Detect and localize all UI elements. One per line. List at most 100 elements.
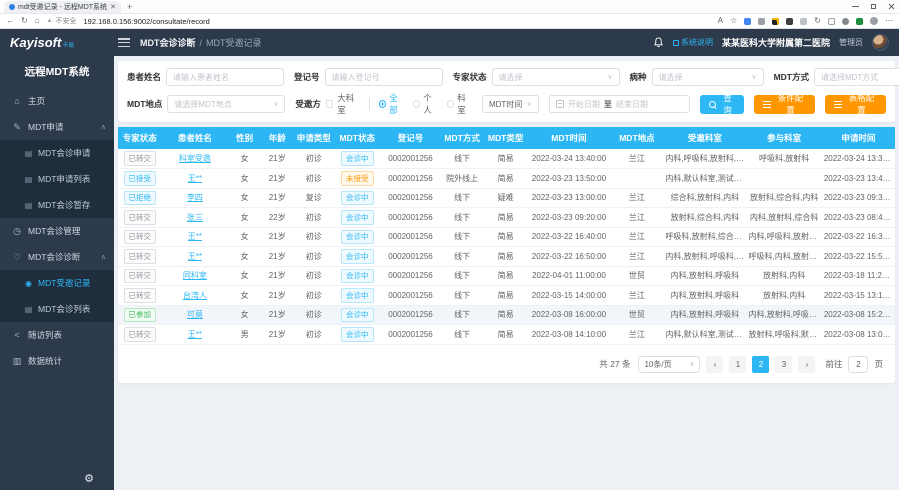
- back-icon[interactable]: ←: [6, 17, 14, 25]
- refresh-icon[interactable]: ↻: [21, 17, 28, 25]
- extension-icon[interactable]: [786, 18, 793, 25]
- goto-page-input[interactable]: 2: [848, 356, 868, 373]
- home-icon[interactable]: ⌂: [35, 17, 40, 25]
- date-range-picker[interactable]: 开始日期 至 结束日期: [549, 95, 690, 113]
- reg-no-cell: 0002001256: [381, 266, 441, 286]
- mdt-status-cell: 会诊中: [334, 305, 381, 325]
- mdt-place-select[interactable]: 请选择MDT地点∨: [167, 95, 285, 113]
- record-table: 专家状态患者姓名性别年龄申请类型MDT状态登记号MDT方式MDT类型MDT时间M…: [118, 127, 895, 345]
- tab-close-icon[interactable]: ✕: [110, 4, 116, 11]
- status-tag: 已转交: [124, 327, 157, 342]
- sidebar-item-label: 数据统计: [28, 355, 62, 367]
- sidebar-item[interactable]: <随访列表: [0, 322, 114, 348]
- mdt-type-cell: 简易: [484, 169, 528, 189]
- patient-name-input[interactable]: 请输入患者姓名: [166, 68, 284, 86]
- more-menu-icon[interactable]: ⋯: [885, 17, 893, 25]
- disease-select[interactable]: 请选择∨: [652, 68, 764, 86]
- sidebar-title: 远程MDT系统: [0, 56, 114, 88]
- mdt-mode-label: MDT方式: [774, 71, 809, 83]
- config-lines-icon: [763, 101, 771, 108]
- sidebar-item[interactable]: ▥ 数据统计: [0, 348, 114, 374]
- status-tag: 已转交: [124, 249, 157, 264]
- window-maximize-icon[interactable]: [870, 3, 877, 10]
- patient-name-link[interactable]: 王**: [188, 174, 202, 183]
- favicon: [9, 4, 15, 10]
- security-chip[interactable]: ▲ 不安全: [47, 16, 77, 26]
- browser-profile-avatar[interactable]: [870, 17, 878, 25]
- search-button[interactable]: 查询: [700, 95, 744, 114]
- page-button[interactable]: 1: [729, 356, 746, 373]
- extension-icon[interactable]: [856, 18, 863, 25]
- sidebar-subitem[interactable]: ▤MDT申请列表: [0, 166, 114, 192]
- mdt-type-cell: 简易: [484, 149, 528, 169]
- next-page-button[interactable]: ›: [798, 356, 815, 373]
- invited-depts-cell: 呼吸科,放射科,综合科,内科: [663, 227, 746, 247]
- page-button[interactable]: 3: [775, 356, 792, 373]
- extensions-puzzle-icon[interactable]: [842, 18, 849, 25]
- sidebar-subitem[interactable]: ▤MDT会诊列表: [0, 296, 114, 322]
- window-close-icon[interactable]: [888, 3, 895, 10]
- patient-name-link[interactable]: 科室受邀: [179, 154, 211, 163]
- radio-dept[interactable]: 科室: [447, 92, 472, 116]
- extension-icon[interactable]: [744, 18, 751, 25]
- mdt-place-cell: [611, 169, 664, 189]
- app-navbar: Kayisoft 卡易 MDT会诊诊断 / MDT受邀记录 系统说明 某某医科大…: [0, 29, 899, 56]
- patient-name-link[interactable]: 同科室: [183, 271, 207, 280]
- extension-icon[interactable]: [800, 18, 807, 25]
- extension-icon[interactable]: [758, 18, 765, 25]
- radio-personal[interactable]: 个人: [413, 92, 438, 116]
- patient-name-link[interactable]: 王**: [188, 330, 202, 339]
- joined-depts-cell: 放射科,呼吸科,默认科室,测...: [746, 325, 821, 345]
- page-size-select[interactable]: 10条/页 ∨: [638, 356, 700, 373]
- sidebar-item[interactable]: ◷MDT会诊管理: [0, 218, 114, 244]
- notification-bell-icon[interactable]: [653, 37, 664, 48]
- text-size-icon[interactable]: A: [718, 17, 723, 25]
- stats-icon: ▥: [12, 356, 22, 367]
- patient-name-link[interactable]: 台湾人: [183, 291, 207, 300]
- goto-label: 前往: [825, 358, 842, 370]
- patient-name-link[interactable]: 张三: [187, 213, 203, 222]
- extension-icon[interactable]: [772, 18, 779, 25]
- sidebar-subitem[interactable]: ◉MDT受邀记录: [0, 270, 114, 296]
- mdt-mode-cell: 线下: [440, 247, 484, 267]
- big-dept-checkbox[interactable]: 大科室: [326, 92, 360, 116]
- sidebar-item[interactable]: ✎MDT申请∧: [0, 114, 114, 140]
- column-header: 申请时间: [822, 127, 895, 149]
- page-button[interactable]: 2: [752, 356, 769, 373]
- table-row: 已转交科室受邀女21岁初诊会诊中0002001256线下简易2022-03-24…: [118, 149, 895, 169]
- mdt-mode-select[interactable]: 请选择MDT方式∨: [814, 68, 899, 86]
- mdt-time-cell: 2022-04-01 11:00:00: [527, 266, 610, 286]
- column-header: MDT状态: [334, 127, 381, 149]
- tab-title: mdt受邀记录 - 远程MDT系统: [18, 2, 107, 12]
- user-avatar[interactable]: [872, 34, 889, 51]
- sidebar-subitem[interactable]: ▤MDT会诊申请: [0, 140, 114, 166]
- split-screen-icon[interactable]: [828, 18, 835, 25]
- table-config-button[interactable]: 表格配置: [825, 95, 886, 114]
- sidebar-item[interactable]: ⌂主页: [0, 88, 114, 114]
- refresh2-icon[interactable]: ↻: [814, 17, 821, 25]
- favorite-star-icon[interactable]: ☆: [730, 17, 737, 25]
- condition-config-button[interactable]: 条件配置: [754, 95, 815, 114]
- url-text[interactable]: 192.168.0.156:9002/consultate/record: [84, 17, 210, 26]
- browser-tab[interactable]: mdt受邀记录 - 远程MDT系统 ✕: [4, 1, 121, 13]
- expert-status-select[interactable]: 请选择∨: [492, 68, 620, 86]
- new-tab-button[interactable]: +: [127, 3, 132, 13]
- radio-all[interactable]: 全部: [379, 92, 404, 116]
- time-field-select[interactable]: MDT时间∨: [482, 95, 539, 113]
- hospital-name: 某某医科大学附属第二医院: [722, 36, 830, 49]
- patient-name-link[interactable]: 李四: [187, 193, 203, 202]
- settings-gear-icon[interactable]: ⚙: [84, 474, 94, 485]
- gender-cell: 男: [228, 325, 261, 345]
- patient-name-link[interactable]: 可莫: [187, 310, 203, 319]
- window-minimize-icon[interactable]: [852, 3, 859, 10]
- system-help-link[interactable]: 系统说明: [673, 37, 713, 48]
- column-header: 性别: [228, 127, 261, 149]
- reg-no-input[interactable]: 请输入登记号: [325, 68, 443, 86]
- sidebar-subitem[interactable]: ▤MDT会诊暂存: [0, 192, 114, 218]
- patient-name-link[interactable]: 王**: [188, 232, 202, 241]
- sidebar-item[interactable]: ♡MDT会诊诊断∧: [0, 244, 114, 270]
- prev-page-button[interactable]: ‹: [706, 356, 723, 373]
- collapse-menu-icon[interactable]: [118, 38, 130, 47]
- patient-name-link[interactable]: 王**: [188, 252, 202, 261]
- column-header: 年龄: [261, 127, 294, 149]
